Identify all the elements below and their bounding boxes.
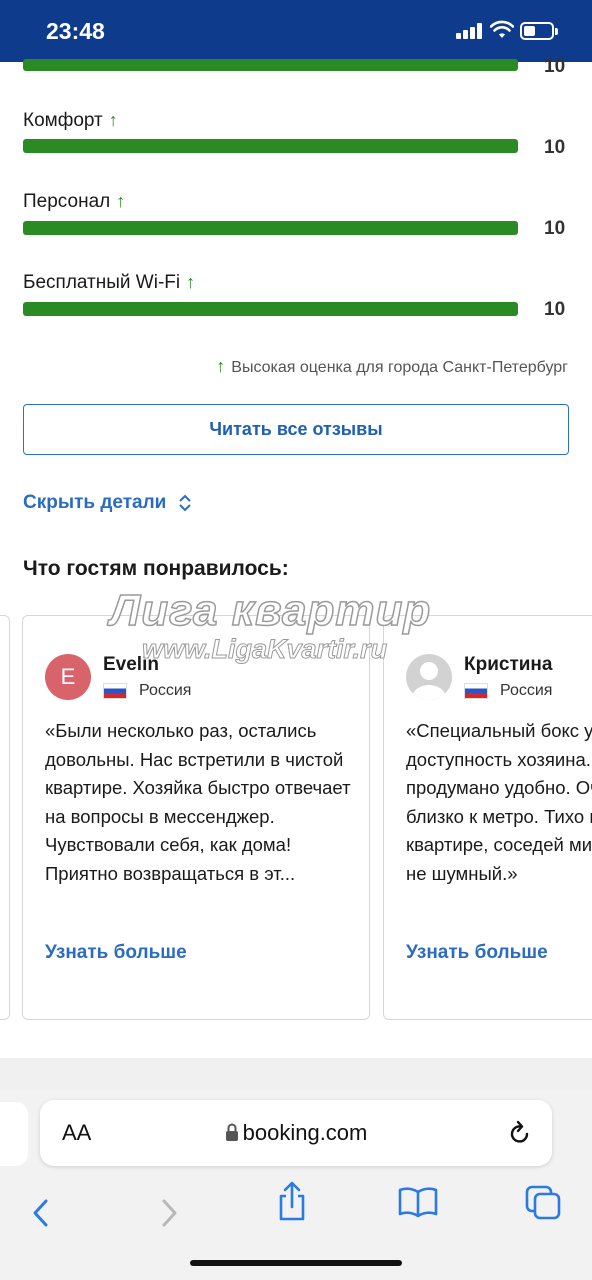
reviewer-country: Россия xyxy=(464,682,552,700)
cellular-signal-icon xyxy=(456,23,482,39)
rating-bar-comfort xyxy=(23,139,518,153)
rating-score-comfort: 10 xyxy=(544,137,566,158)
read-all-reviews-button[interactable]: Читать все отзывы xyxy=(23,404,569,455)
previous-review-card[interactable] xyxy=(0,615,10,1020)
home-indicator xyxy=(190,1260,402,1266)
review-text: «Специальный бокс у двери, доступность х… xyxy=(406,720,592,884)
status-bar: 23:48 xyxy=(0,0,592,62)
chevron-up-down-icon xyxy=(179,494,192,512)
rating-bar xyxy=(23,59,518,71)
address-bar[interactable]: AA booking.com xyxy=(40,1100,552,1166)
learn-more-link[interactable]: Узнать больше xyxy=(406,942,548,964)
lock-icon xyxy=(225,1123,238,1141)
watermark-url: www.LigaKvartir.ru xyxy=(141,634,388,665)
rating-label-staff: Персонал ↑ xyxy=(23,191,126,212)
rating-score: 10 xyxy=(544,56,566,77)
review-card[interactable]: Кристина Россия «Специальный бокс у двер… xyxy=(383,615,592,1020)
up-arrow-icon: ↑ xyxy=(216,356,226,376)
up-arrow-icon: ↑ xyxy=(116,191,126,211)
rating-score-staff: 10 xyxy=(544,218,566,239)
rating-score-wifi: 10 xyxy=(544,299,566,320)
avatar xyxy=(406,654,452,700)
back-icon[interactable] xyxy=(30,1198,52,1228)
status-time: 23:48 xyxy=(46,18,105,44)
rating-label-comfort: Комфорт ↑ xyxy=(23,110,118,131)
reviewer-country: Россия xyxy=(103,682,191,700)
previous-tab-preview[interactable] xyxy=(0,1102,28,1166)
russia-flag-icon xyxy=(103,683,127,699)
share-icon[interactable] xyxy=(276,1180,308,1222)
user-placeholder-icon xyxy=(412,662,446,700)
hide-details-link[interactable]: Скрыть детали xyxy=(23,492,192,514)
review-text: «Были несколько раз, остались довольны. … xyxy=(45,720,351,884)
tabs-icon[interactable] xyxy=(524,1184,562,1220)
rating-label-wifi: Бесплатный Wi-Fi ↑ xyxy=(23,272,196,293)
section-divider xyxy=(0,1058,592,1090)
up-arrow-icon: ↑ xyxy=(108,110,118,130)
rating-bar-wifi xyxy=(23,302,518,316)
up-arrow-icon: ↑ xyxy=(186,272,196,292)
reviewer-name: Кристина xyxy=(464,654,553,675)
learn-more-link[interactable]: Узнать больше xyxy=(45,942,187,964)
high-rating-note: ↑ Высокая оценка для города Санкт-Петербу… xyxy=(216,356,568,376)
battery-icon xyxy=(520,22,558,40)
russia-flag-icon xyxy=(464,683,488,699)
url-display[interactable]: booking.com xyxy=(40,1120,552,1146)
bookmarks-icon[interactable] xyxy=(398,1186,438,1218)
browser-toolbar: AA booking.com xyxy=(0,1090,592,1280)
section-title: Что гостям понравилось: xyxy=(23,557,289,580)
watermark-title: Лига квартир xyxy=(109,585,432,636)
forward-icon[interactable] xyxy=(158,1198,180,1228)
review-card[interactable]: E Evelin Россия «Были несколько раз, ост… xyxy=(22,615,370,1020)
avatar: E xyxy=(45,654,91,700)
reload-icon[interactable] xyxy=(508,1120,532,1146)
rating-bar-staff xyxy=(23,221,518,235)
wifi-icon xyxy=(490,20,514,38)
